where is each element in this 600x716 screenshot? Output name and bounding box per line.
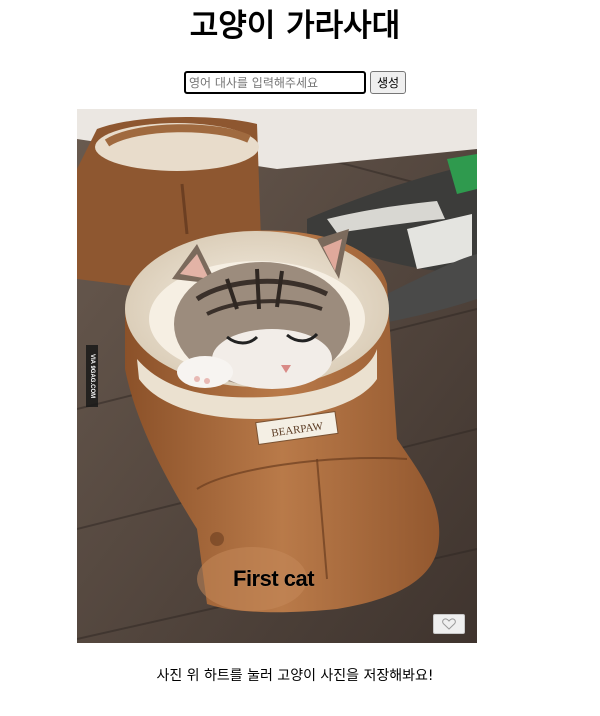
- cat-caption: First cat: [233, 566, 315, 591]
- heart-icon: [442, 618, 456, 630]
- favorite-button[interactable]: [433, 614, 465, 634]
- cat-photo: BEARPAW: [77, 109, 477, 643]
- watermark: VIA 9GAG.COM: [86, 345, 98, 407]
- cat-form: 생성: [0, 71, 590, 94]
- says-input[interactable]: [183, 71, 366, 94]
- hint-text: 사진 위 하트를 눌러 고양이 사진을 저장해봐요!: [156, 668, 434, 684]
- page-title: 고양이 가라사대: [189, 8, 401, 44]
- generate-button[interactable]: 생성: [369, 71, 407, 94]
- cat-card: BEARPAW: [77, 109, 477, 643]
